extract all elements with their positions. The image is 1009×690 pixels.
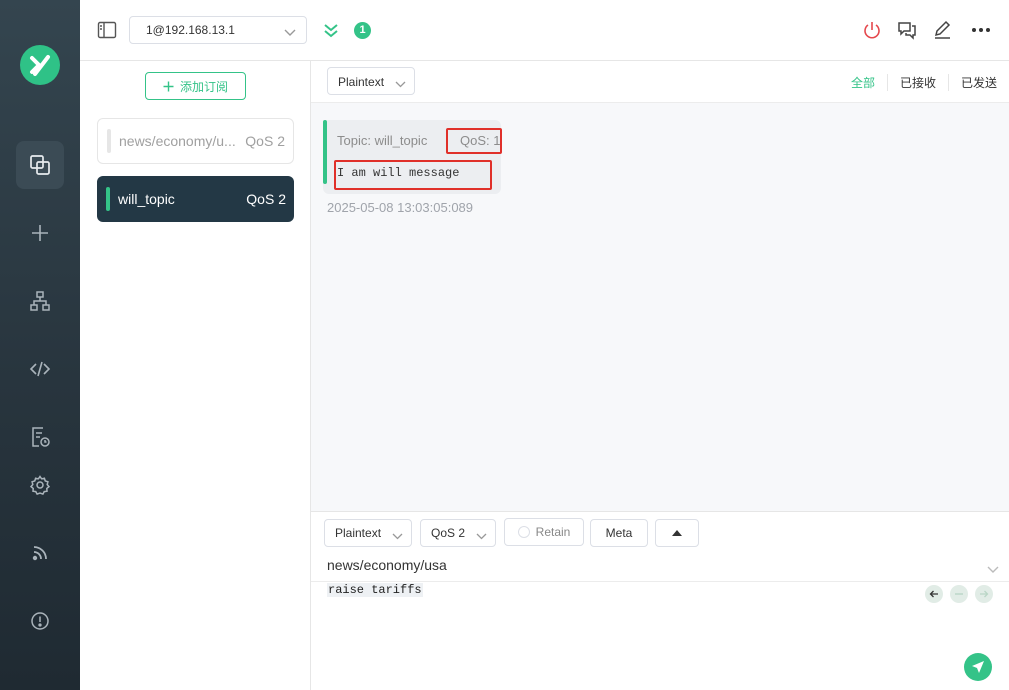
subscription-item-active[interactable]: will_topic QoS 2 [97,176,294,222]
publish-qos-select[interactable]: QoS 2 [420,519,496,547]
send-icon [972,661,984,673]
publish-divider [311,581,1009,582]
sidebar-toggle-icon[interactable] [96,20,118,40]
send-message-button[interactable] [964,653,992,681]
connection-select[interactable]: 1@192.168.13.1 [129,16,307,44]
plus-icon [163,81,174,91]
highlight-box-qos [446,128,502,154]
subscription-topic: news/economy/u... [119,133,236,149]
retain-radio [517,526,530,538]
mqttx-logo[interactable] [20,45,60,85]
message-timestamp: 2025-05-08 13:03:05:089 [327,200,474,215]
subscriptions-panel: 添加订阅 news/economy/u... QoS 2 will_topic … [80,61,311,690]
messages-panel: Plaintext 全部 已接收 已发送 Topic: will_topic Q… [311,61,1009,511]
topology-icon[interactable] [16,277,64,325]
mqttx-app: 1@192.168.13.1 1 添加订阅 news/economy/u... … [0,0,1009,690]
subscription-item[interactable]: news/economy/u... QoS 2 [97,118,294,164]
caret-up-icon [672,530,682,536]
filter-sent[interactable]: 已发送 [947,74,1009,91]
chevron-down-icon [476,529,487,543]
retain-label: Retain [535,525,571,539]
chevron-down-icon [395,77,406,91]
new-connection-plus-icon[interactable] [16,209,64,257]
nav-rail [0,0,80,690]
payload-format-select[interactable]: Plaintext [327,67,415,95]
history-back-icon[interactable] [925,585,943,603]
filter-received[interactable]: 已接收 [886,74,948,91]
message-toolbar: Plaintext 全部 已接收 已发送 [311,61,1009,103]
history-forward-icon[interactable] [975,585,993,603]
history-reset-icon[interactable] [950,585,968,603]
topic-history-chevron-icon[interactable] [987,562,999,577]
subscription-color-bar [106,187,110,211]
message-color-bar [323,120,327,184]
edit-icon[interactable] [931,19,953,41]
highlight-box-payload [334,160,492,190]
gear-icon[interactable] [16,461,64,509]
publish-payload-editor[interactable]: raise tariffs [327,583,423,597]
subscription-color-bar [107,129,111,153]
payload-format-value: Plaintext [338,75,385,89]
rss-icon[interactable] [16,529,64,577]
connection-select-value: 1@192.168.13.1 [146,23,235,37]
add-subscription-label: 添加订阅 [179,79,228,94]
add-subscription-button[interactable]: 添加订阅 [145,72,246,100]
double-chevron-icon[interactable] [322,21,340,39]
connections-icon[interactable] [16,141,64,189]
meta-label: Meta [605,526,633,540]
message-topic: Topic: will_topic [337,133,428,148]
power-icon[interactable] [861,19,883,41]
publish-qos-value: QoS 2 [431,526,466,540]
message-filter-tabs: 全部 已接收 已发送 [839,74,1009,91]
log-icon[interactable] [16,413,64,461]
publish-format-select[interactable]: Plaintext [324,519,412,547]
publish-format-value: Plaintext [335,526,382,540]
publish-topic-input[interactable]: news/economy/usa [327,557,447,573]
expand-publish-button[interactable] [655,519,699,547]
publish-panel: Plaintext QoS 2 Retain Meta news/economy… [311,511,1009,690]
subscription-qos: QoS 2 [246,191,286,207]
chat-icon[interactable] [896,19,918,41]
script-icon[interactable] [16,345,64,393]
chevron-down-icon [392,529,403,543]
logo-mark-icon [30,55,50,76]
subscription-topic: will_topic [118,191,175,207]
chevron-down-icon [284,25,296,40]
meta-button[interactable]: Meta [590,519,648,547]
subscription-qos: QoS 2 [245,133,285,149]
info-icon[interactable] [16,597,64,645]
connection-header: 1@192.168.13.1 1 [80,0,1009,61]
subscription-count-badge: 1 [354,22,371,39]
retain-toggle[interactable]: Retain [504,518,584,546]
more-icon[interactable] [970,19,992,41]
filter-all[interactable]: 全部 [839,74,887,91]
